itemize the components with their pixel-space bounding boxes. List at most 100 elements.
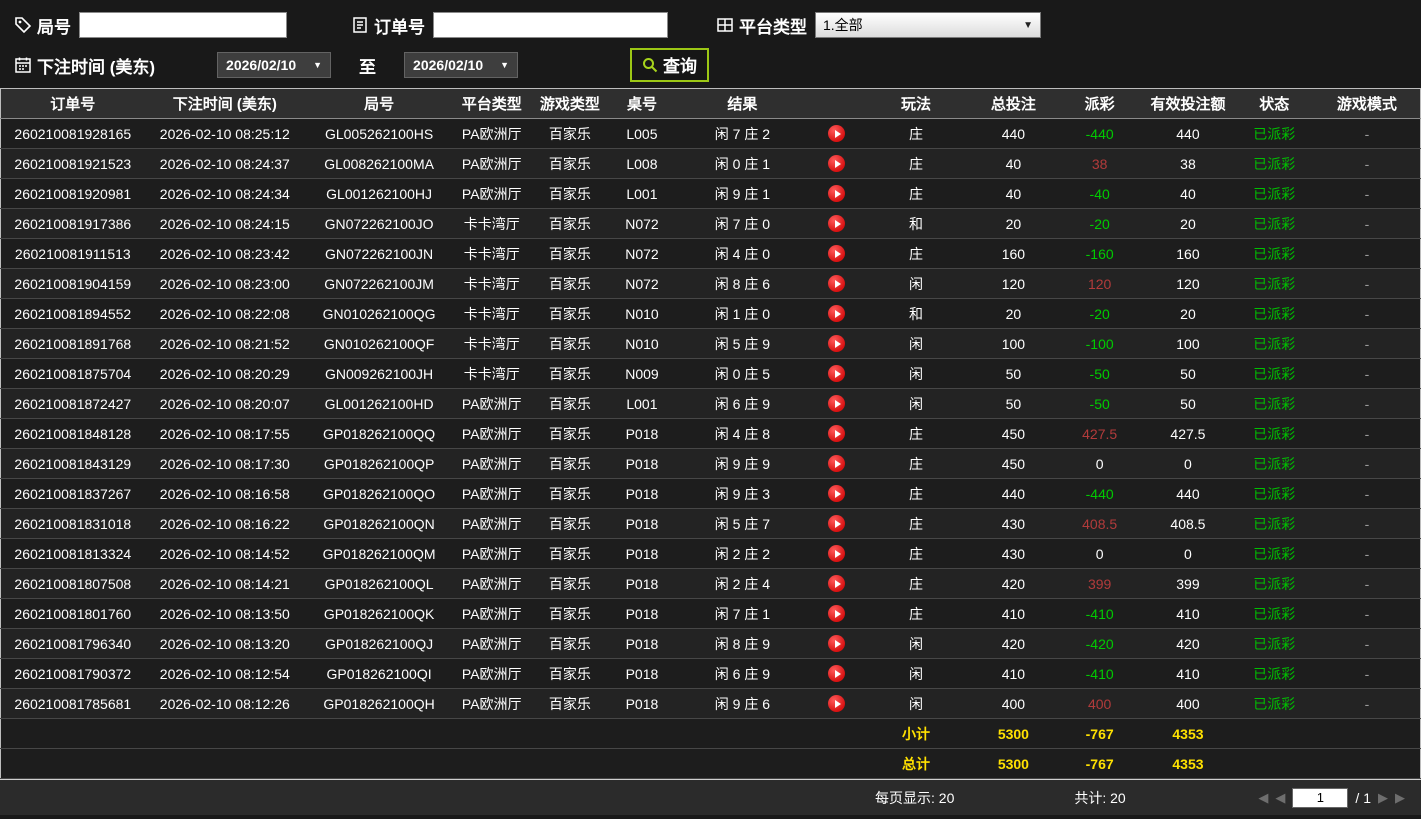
bet-type-cell: 庄 [863,568,969,599]
status-cell: 已派彩 [1234,448,1314,479]
replay-play-button[interactable] [828,695,846,713]
page-input[interactable] [1292,787,1349,808]
order-input[interactable] [433,12,668,38]
search-button[interactable]: 查询 [630,48,710,82]
total-bet-cell: 410 [968,658,1059,689]
replay-play-button[interactable] [828,155,846,173]
game-type-cell: 百家乐 [530,208,610,239]
total-bet-cell: 100 [968,328,1059,359]
valid-bet-cell: 20 [1141,208,1235,239]
status-cell: 已派彩 [1234,478,1314,509]
bet-type-cell: 和 [863,298,969,329]
table-no-cell: N072 [609,238,675,269]
round-input[interactable] [79,12,287,38]
bet-time-cell: 2026-02-10 08:16:58 [144,478,305,509]
bet-type-cell: 闲 [863,268,969,299]
game-mode-cell: - [1313,268,1421,299]
total-bet-cell: 430 [968,538,1059,569]
replay-play-button[interactable] [828,275,846,293]
replay-play-button[interactable] [828,455,846,473]
bet-type-cell: 和 [863,208,969,239]
total-row: 总计 5300 -767 4353 [0,748,1421,779]
platform-cell: PA欧洲厅 [453,178,531,209]
order-id-cell: 260210081920981 [0,178,145,209]
table-row: 260210081875704 2026-02-10 08:20:29 GN00… [0,358,1421,389]
replay-play-button[interactable] [828,395,846,413]
bet-time-cell: 2026-02-10 08:17:55 [144,418,305,449]
valid-bet-cell: 20 [1141,298,1235,329]
platform-cell: PA欧洲厅 [453,568,531,599]
col-game-type: 游戏类型 [530,88,610,119]
payout-cell: -160 [1058,238,1142,269]
total-bet-cell: 400 [968,688,1059,719]
table-no-cell: P018 [609,658,675,689]
play-icon [834,189,841,198]
table-row: 260210081921523 2026-02-10 08:24:37 GL00… [0,148,1421,179]
replay-play-button[interactable] [828,545,846,563]
replay-play-button[interactable] [828,665,846,683]
col-round-id: 局号 [304,88,454,119]
order-label: 订单号 [374,17,425,37]
date-from-value: 2026/02/10 [226,57,297,73]
first-page-button[interactable] [1258,791,1268,804]
replay-play-button[interactable] [828,635,846,653]
total-bet-cell: 450 [968,418,1059,449]
status-cell: 已派彩 [1234,298,1314,329]
replay-play-button[interactable] [828,245,846,263]
bet-time-cell: 2026-02-10 08:14:52 [144,538,305,569]
game-type-cell: 百家乐 [530,568,610,599]
table-no-cell: P018 [609,478,675,509]
order-id-cell: 260210081813324 [0,538,145,569]
replay-play-button[interactable] [828,575,846,593]
platform-grid-icon [716,16,734,34]
order-id-cell: 260210081917386 [0,208,145,239]
game-mode-cell: - [1313,298,1421,329]
bets-table: 订单号 下注时间 (美东) 局号 平台类型 游戏类型 桌号 结果 玩法 总投注 … [0,88,1421,779]
date-from-select[interactable]: 2026/02/10 ▼ [217,52,332,78]
platform-cell: PA欧洲厅 [453,538,531,569]
bet-type-cell: 庄 [863,238,969,269]
bet-time-cell: 2026-02-10 08:14:21 [144,568,305,599]
subtotal-spacer [0,718,864,749]
prev-page-button[interactable] [1275,791,1285,804]
replay-play-button[interactable] [828,515,846,533]
replay-play-button[interactable] [828,215,846,233]
order-id-cell: 260210081837267 [0,478,145,509]
replay-play-button[interactable] [828,305,846,323]
platform-cell: PA欧洲厅 [453,658,531,689]
play-icon [834,549,841,558]
last-page-button[interactable] [1395,791,1405,804]
replay-cell [810,568,864,599]
replay-play-button[interactable] [828,365,846,383]
replay-cell [810,328,864,359]
replay-play-button[interactable] [828,425,846,443]
replay-play-button[interactable] [828,335,846,353]
replay-play-button[interactable] [828,185,846,203]
table-no-cell: N010 [609,298,675,329]
total-bet-cell: 40 [968,178,1059,209]
result-cell: 闲 6 庄 9 [674,658,811,689]
date-to-select[interactable]: 2026/02/10 ▼ [404,52,519,78]
replay-play-button[interactable] [828,125,846,143]
payout-cell: 400 [1058,688,1142,719]
platform-cell: PA欧洲厅 [453,598,531,629]
table-row: 260210081848128 2026-02-10 08:17:55 GP01… [0,418,1421,449]
play-icon [834,249,841,258]
next-page-button[interactable] [1378,791,1388,804]
result-cell: 闲 2 庄 2 [674,538,811,569]
platform-cell: PA欧洲厅 [453,118,531,149]
order-id-cell: 260210081848128 [0,418,145,449]
play-icon [834,489,841,498]
total-bet-cell: 120 [968,268,1059,299]
replay-play-button[interactable] [828,605,846,623]
play-icon [834,699,841,708]
bet-type-cell: 庄 [863,508,969,539]
bet-time-cell: 2026-02-10 08:17:30 [144,448,305,479]
round-id-cell: GP018262100QK [304,598,454,629]
play-icon [834,459,841,468]
platform-select[interactable]: 1.全部 ▼ [815,12,1041,38]
play-icon [834,519,841,528]
table-row: 260210081837267 2026-02-10 08:16:58 GP01… [0,478,1421,509]
round-id-cell: GP018262100QO [304,478,454,509]
replay-play-button[interactable] [828,485,846,503]
